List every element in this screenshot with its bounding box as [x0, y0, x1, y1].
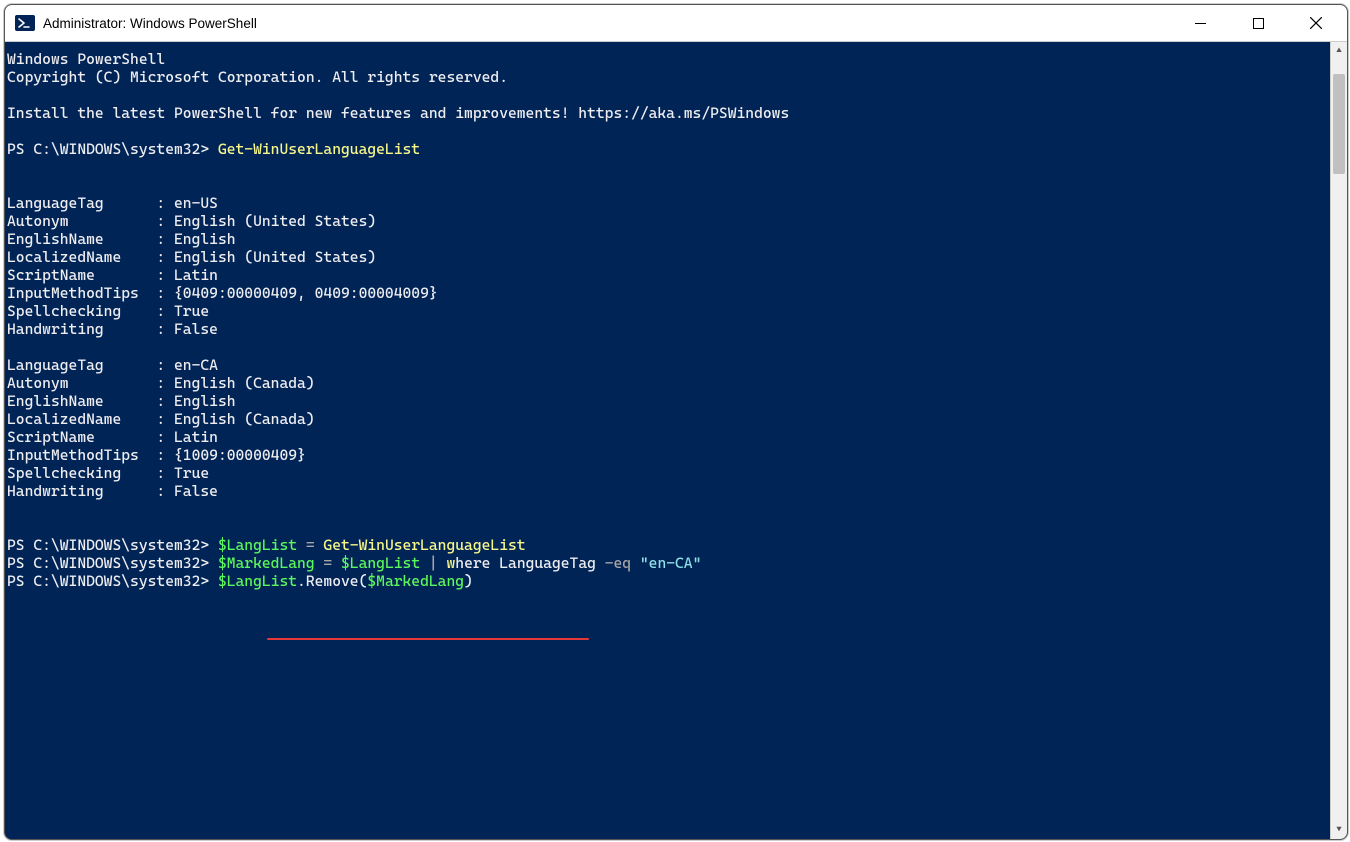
- eq-2: =: [315, 554, 341, 572]
- close-button[interactable]: [1287, 5, 1345, 41]
- var-langlist-2: $LangList: [341, 554, 429, 572]
- install-hint: Install the latest PowerShell for new fe…: [7, 104, 789, 122]
- lang1-autonym: Autonym : English (United States): [7, 212, 376, 230]
- prompt-1: PS C:\WINDOWS\system32>: [7, 140, 218, 158]
- maximize-button[interactable]: [1229, 5, 1287, 41]
- lang2-input: InputMethodTips : {1009:00000409}: [7, 446, 306, 464]
- banner-line-1: Windows PowerShell: [7, 50, 165, 68]
- lang1-english: EnglishName : English: [7, 230, 236, 248]
- lang2-hand: Handwriting : False: [7, 482, 218, 500]
- cmd-2: Get-WinUserLanguageList: [323, 536, 525, 554]
- lang2-tag: LanguageTag : en-CA: [7, 356, 218, 374]
- lang1-hand: Handwriting : False: [7, 320, 218, 338]
- lang2-script: ScriptName : Latin: [7, 428, 218, 446]
- cmd-1: Get-WinUserLanguageList: [218, 140, 420, 158]
- remove-call: .Remove(: [297, 572, 367, 590]
- scrollbar[interactable]: ▲ ▼: [1330, 42, 1347, 839]
- scroll-down-arrow-icon[interactable]: ▼: [1331, 821, 1347, 839]
- scroll-thumb[interactable]: [1333, 74, 1345, 174]
- string-enca: "en-CA": [640, 554, 702, 572]
- powershell-icon: [15, 13, 35, 33]
- lang1-spell: Spellchecking : True: [7, 302, 209, 320]
- title-bar[interactable]: Administrator: Windows PowerShell: [5, 5, 1347, 42]
- lang2-spell: Spellchecking : True: [7, 464, 209, 482]
- where-rest: here: [455, 554, 499, 572]
- lang1-tag: LanguageTag : en-US: [7, 194, 218, 212]
- lang1-script: ScriptName : Latin: [7, 266, 218, 284]
- lang2-autonym: Autonym : English (Canada): [7, 374, 315, 392]
- lang1-input: InputMethodTips : {0409:00000409, 0409:0…: [7, 284, 438, 302]
- prompt-4: PS C:\WINDOWS\system32>: [7, 572, 218, 590]
- banner-line-2: Copyright (C) Microsoft Corporation. All…: [7, 68, 508, 86]
- terminal-area[interactable]: Windows PowerShell Copyright (C) Microso…: [5, 42, 1347, 839]
- red-underline-annotation: [267, 638, 589, 640]
- var-langlist-3: $LangList: [218, 572, 297, 590]
- minimize-button[interactable]: [1171, 5, 1229, 41]
- eq-1: =: [297, 536, 323, 554]
- var-langlist-1: $LangList: [218, 536, 297, 554]
- lang2-english: EnglishName : English: [7, 392, 236, 410]
- prompt-2: PS C:\WINDOWS\system32>: [7, 536, 218, 554]
- var-markedlang-1: $MarkedLang: [218, 554, 315, 572]
- powershell-window: Administrator: Windows PowerShell Window…: [4, 4, 1348, 840]
- window-buttons: [1171, 5, 1347, 41]
- where-w: w: [446, 554, 455, 572]
- prompt-3: PS C:\WINDOWS\system32>: [7, 554, 218, 572]
- var-markedlang-2: $MarkedLang: [367, 572, 464, 590]
- lang1-localized: LocalizedName : English (United States): [7, 248, 376, 266]
- window-title: Administrator: Windows PowerShell: [43, 16, 1171, 31]
- lang2-localized: LocalizedName : English (Canada): [7, 410, 315, 428]
- close-paren: ): [464, 572, 473, 590]
- scroll-up-arrow-icon[interactable]: ▲: [1331, 42, 1347, 60]
- eq-op: -eq: [605, 554, 640, 572]
- pipe: |: [429, 554, 438, 572]
- languagetag-prop: LanguageTag: [499, 554, 604, 572]
